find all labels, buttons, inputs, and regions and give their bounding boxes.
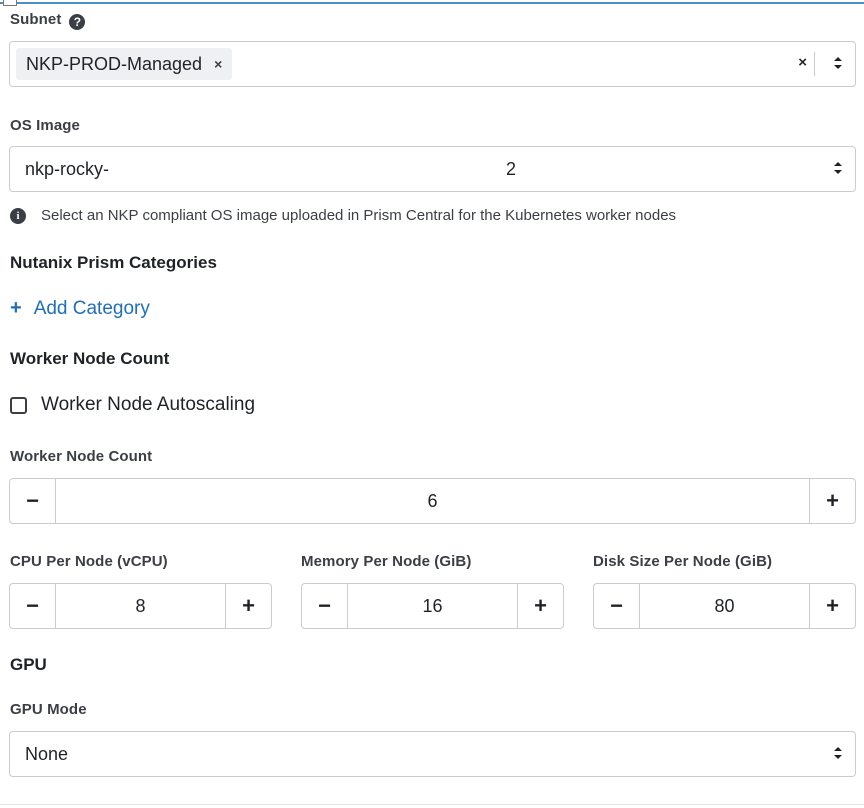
subnet-chip-label: NKP-PROD-Managed bbox=[26, 53, 203, 74]
chip-remove-icon[interactable]: × bbox=[214, 56, 222, 72]
bottom-divider bbox=[0, 804, 864, 805]
question-icon[interactable]: ? bbox=[69, 14, 86, 30]
os-image-label: OS Image bbox=[10, 117, 80, 134]
gpu-mode-value: None bbox=[25, 744, 69, 764]
autoscaling-checkbox[interactable] bbox=[10, 396, 27, 414]
increment-button[interactable]: + bbox=[809, 479, 855, 523]
cpu-value[interactable]: 8 bbox=[56, 584, 225, 628]
worker-count-value[interactable]: 6 bbox=[56, 479, 809, 523]
os-image-select[interactable]: nkp-rocky- 2 bbox=[9, 146, 856, 192]
decrement-button[interactable]: − bbox=[594, 584, 640, 628]
worker-count-stepper[interactable]: − 6 + bbox=[9, 478, 856, 524]
plus-icon: + bbox=[10, 297, 22, 319]
os-image-help-text: Select an NKP compliant OS image uploade… bbox=[41, 207, 677, 224]
sort-caret-icon[interactable] bbox=[833, 745, 843, 761]
add-category-label: Add Category bbox=[33, 297, 150, 319]
gpu-mode-label: GPU Mode bbox=[10, 701, 87, 718]
gpu-mode-select[interactable]: None bbox=[9, 731, 856, 777]
subnet-label-text: Subnet bbox=[10, 11, 62, 28]
os-image-value-suffix: 2 bbox=[506, 159, 517, 179]
select-divider bbox=[814, 52, 815, 76]
gpu-title: GPU bbox=[10, 655, 47, 674]
disk-label: Disk Size Per Node (GiB) bbox=[593, 553, 773, 570]
decrement-button[interactable]: − bbox=[302, 584, 348, 628]
cpu-stepper[interactable]: − 8 + bbox=[9, 583, 272, 629]
sort-caret-icon[interactable] bbox=[833, 55, 843, 71]
os-image-help: i Select an NKP compliant OS image uploa… bbox=[10, 207, 676, 224]
info-icon: i bbox=[10, 207, 26, 224]
subnet-chip: NKP-PROD-Managed × bbox=[16, 48, 233, 80]
top-left-marker bbox=[3, 0, 17, 6]
decrement-button[interactable]: − bbox=[10, 584, 56, 628]
os-image-value: nkp-rocky- bbox=[25, 159, 110, 179]
memory-stepper[interactable]: − 16 + bbox=[301, 583, 564, 629]
categories-title: Nutanix Prism Categories bbox=[10, 253, 217, 272]
sort-caret-icon[interactable] bbox=[833, 160, 843, 176]
top-accent-line bbox=[0, 2, 864, 4]
increment-button[interactable]: + bbox=[225, 584, 271, 628]
disk-value[interactable]: 80 bbox=[640, 584, 809, 628]
add-category-button[interactable]: + Add Category bbox=[10, 297, 150, 320]
worker-count-label: Worker Node Count bbox=[10, 448, 153, 465]
increment-button[interactable]: + bbox=[809, 584, 855, 628]
cpu-label: CPU Per Node (vCPU) bbox=[10, 553, 168, 570]
subnet-label: Subnet? bbox=[10, 11, 86, 30]
memory-value[interactable]: 16 bbox=[348, 584, 517, 628]
worker-section-title: Worker Node Count bbox=[10, 349, 170, 368]
autoscaling-label: Worker Node Autoscaling bbox=[41, 394, 256, 415]
decrement-button[interactable]: − bbox=[10, 479, 56, 523]
memory-label: Memory Per Node (GiB) bbox=[301, 553, 472, 570]
clear-selection-icon[interactable]: × bbox=[798, 54, 807, 71]
disk-stepper[interactable]: − 80 + bbox=[593, 583, 856, 629]
increment-button[interactable]: + bbox=[517, 584, 563, 628]
subnet-select[interactable]: NKP-PROD-Managed × × bbox=[9, 41, 856, 87]
autoscaling-row[interactable]: Worker Node Autoscaling bbox=[10, 394, 255, 416]
